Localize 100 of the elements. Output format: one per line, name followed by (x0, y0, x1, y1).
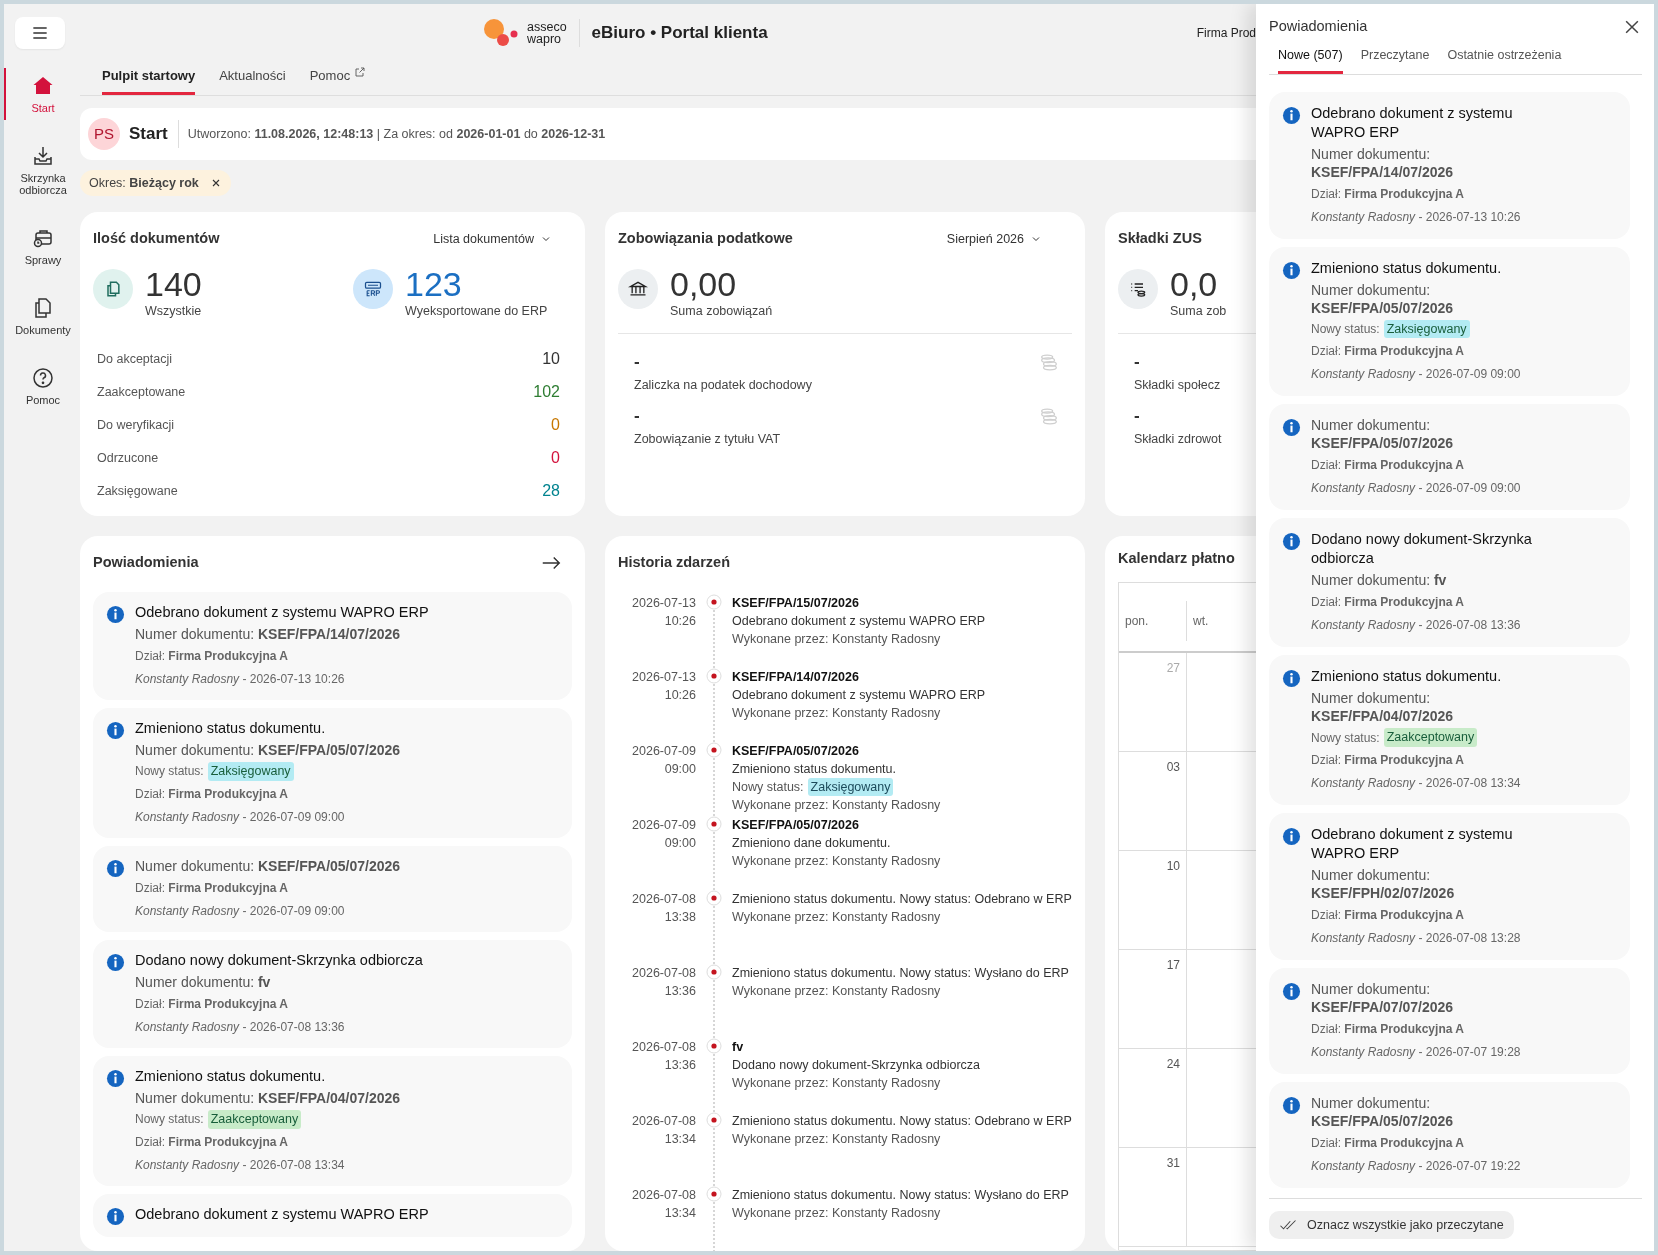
notification-title: Zmieniono status dokumentu. (1311, 258, 1503, 278)
avatar: PS (88, 118, 120, 150)
calendar-day: 31 (1166, 1153, 1180, 1246)
nav-item[interactable]: Dokumenty (4, 290, 80, 342)
department: Dział: Firma Produkcyjna A (135, 995, 289, 1013)
document-number: KSEF/FPA/14/07/2026 (732, 668, 860, 686)
event-date: 2026-07-08 (632, 890, 696, 908)
panel-tab[interactable]: Nowe (507) (1278, 45, 1343, 74)
card-title: Składki ZUS (1118, 229, 1202, 248)
document-number: Numer dokumentu: KSEF/FPA/05/07/2026 (135, 741, 401, 759)
performed-by: Wykonane przez: Konstanty Radosny (732, 704, 942, 722)
panel-tab[interactable]: Przeczytane (1360, 45, 1430, 74)
notification-card[interactable]: Numer dokumentu: KSEF/FPA/05/07/2026 Dział: Firma Produkcyjna A Konstanty Radosny - 2026-07-09 09:00 (93, 845, 572, 932)
notification-card[interactable]: Odebrano dokument z systemu WAPRO ERP (93, 1193, 572, 1237)
app-title: eBiuro • Portal klienta (591, 22, 768, 45)
status-count: 0 (551, 415, 560, 435)
info-icon (106, 605, 125, 624)
notification-card[interactable]: Dodano nowy dokument-Skrzynka odbiorcza Numer dokumentu: fv Dział: Firma Produkcyjna A Konstanty Radosny - 2026-07-08 13:36 (1269, 518, 1630, 648)
notification-card[interactable]: Numer dokumentu: KSEF/FPA/05/07/2026 Dział: Firma Produkcyjna A Konstanty Radosny - 2026-07-07 19:22 (1269, 1082, 1630, 1188)
nav-item[interactable]: Skrzynka odbiorcza (4, 138, 80, 202)
notification-card[interactable]: Numer dokumentu: KSEF/FPA/07/07/2026 Dział: Firma Produkcyjna A Konstanty Radosny - 2026-07-07 19:28 (1269, 968, 1630, 1074)
dropdown-button[interactable]: Lista dokumentów (433, 229, 552, 249)
notification-card[interactable]: Zmieniono status dokumentu. Numer dokumentu: KSEF/FPA/04/07/2026 Nowy status: Zaakceptowany Dział: Firma Produkcyjna A Konstanty Radosny - 2026-07-08 13:34 (93, 1055, 572, 1186)
status-label: Nowy status: (1311, 729, 1380, 747)
status-tag: Zaksięgowany (1383, 319, 1470, 339)
status-label: Nowy status: (135, 1111, 204, 1129)
status-label: Nowy status: (1311, 320, 1380, 338)
nav-tab[interactable]: Aktualności (219, 65, 286, 95)
author-date: Konstanty Radosny - 2026-07-09 09:00 (1311, 480, 1522, 498)
document-number: KSEF/FPA/15/07/2026 (732, 594, 860, 612)
notification-card[interactable]: Zmieniono status dokumentu. Numer dokumentu: KSEF/FPA/04/07/2026 Nowy status: Zaakceptowany Dział: Firma Produkcyjna A Konstanty Radosny - 2026-07-08 13:34 (1269, 655, 1630, 805)
performed-by: Wykonane przez: Konstanty Radosny (732, 1074, 942, 1092)
notification-title: Odebrano dokument z systemu WAPRO ERP (1311, 825, 1514, 863)
status-tag: Zaakceptowany (207, 1109, 302, 1129)
card-title: Zobowiązania podatkowe (618, 229, 793, 248)
card-title: Historia zdarzeń (618, 553, 731, 572)
notification-card[interactable]: Odebrano dokument z systemu WAPRO ERP Numer dokumentu: KSEF/FPH/02/07/2026 Dział: Firma Produkcyjna A Konstanty Radosny - 2026-07-08 13:28 (1269, 813, 1630, 960)
event-description: Zmieniono status dokumentu. Nowy status: Wysłano do ERP (732, 964, 1069, 982)
period-info: Utworzono: 11.08.2026, 12:48:13 | Za okres: od 2026-01-01 do 2026-12-31 (187, 125, 606, 143)
event-date: 2026-07-09 (632, 742, 696, 760)
status-count: 102 (533, 382, 560, 402)
stat-value: 0,0 (1170, 265, 1219, 302)
info-icon (1282, 260, 1301, 280)
department: Dział: Firma Produkcyjna A (135, 879, 289, 897)
notification-card[interactable]: Zmieniono status dokumentu. Numer dokumentu: KSEF/FPA/05/07/2026 Nowy status: Zaksięgowany Dział: Firma Produkcyjna A Konstanty Radosny - 2026-07-09 09:00 (93, 708, 572, 838)
performed-by: Wykonane przez: Konstanty Radosny (732, 982, 942, 1000)
document-number: fv (732, 1038, 745, 1056)
author-date: Konstanty Radosny - 2026-07-07 19:22 (1311, 1158, 1522, 1175)
nav-item[interactable]: Pomoc (4, 360, 80, 412)
document-number: KSEF/FPA/05/07/2026 (732, 816, 860, 834)
stat-value: 123 (405, 265, 463, 302)
document-number: Numer dokumentu: KSEF/FPA/14/07/2026 (1311, 144, 1455, 181)
inbox-download-icon (31, 144, 55, 168)
info-icon (106, 952, 125, 972)
document-number: KSEF/FPA/05/07/2026 (732, 742, 860, 760)
liability-label: Zobowiązanie z tytułu VAT (634, 431, 781, 449)
panel-tab[interactable]: Ostatnie ostrzeżenia (1447, 45, 1562, 74)
nav-tab[interactable]: Pomoc (309, 65, 367, 95)
department: Dział: Firma Produkcyjna A (1311, 594, 1465, 612)
liability-label: Składki społecz (1134, 376, 1221, 394)
mark-all-read-button[interactable]: Oznacz wszystkie jako przeczytane (1269, 1211, 1514, 1239)
info-icon (1282, 532, 1301, 552)
notification-card[interactable]: Odebrano dokument z systemu WAPRO ERP Numer dokumentu: KSEF/FPA/14/07/2026 Dział: Firma Produkcyjna A Konstanty Radosny - 2026-07-13 10:26 (93, 592, 572, 700)
department: Dział: Firma Produkcyjna A (1311, 1021, 1465, 1038)
document-number: Numer dokumentu: KSEF/FPA/14/07/2026 (135, 625, 402, 643)
department: Dział: Firma Produkcyjna A (135, 1133, 289, 1151)
menu-button[interactable] (15, 17, 65, 49)
performed-by: Wykonane przez: Konstanty Radosny (732, 852, 941, 870)
event-date: 2026-07-09 (632, 816, 696, 834)
status-label: Nowy status: (135, 763, 204, 781)
event-time: 13:38 (664, 908, 696, 926)
event-description: Zmieniono dane dokumentu. (732, 834, 892, 852)
card-title: Kalendarz płatno (1118, 549, 1236, 568)
nav-item[interactable]: Sprawy (4, 220, 80, 272)
notification-card[interactable]: Odebrano dokument z systemu WAPRO ERP Numer dokumentu: KSEF/FPA/14/07/2026 Dział: Firma Produkcyjna A Konstanty Radosny - 2026-07-13 10:26 (1269, 91, 1630, 239)
info-icon (106, 858, 125, 878)
page-title: Start (129, 123, 168, 146)
event-description: Zmieniono status dokumentu. Nowy status: Odebrano w ERP (732, 890, 1072, 908)
status-label: Odrzucone (97, 449, 159, 467)
nav-item[interactable]: Start (4, 68, 80, 120)
notification-title: Odebrano dokument z systemu WAPRO ERP (1311, 103, 1514, 142)
event-date: 2026-07-08 (632, 964, 696, 982)
panel-title: Powiadomienia (1269, 17, 1368, 36)
event-date: 2026-07-13 (632, 594, 696, 612)
weekday-header: pon. (1125, 612, 1149, 630)
amount-value: - (1134, 351, 1141, 372)
event-time: 13:36 (664, 1056, 696, 1074)
nav-tab[interactable]: Pulpit startowy (102, 65, 196, 95)
notification-card[interactable]: Numer dokumentu: KSEF/FPA/05/07/2026 Dział: Firma Produkcyjna A Konstanty Radosny - 2026-07-09 09:00 (1269, 404, 1630, 511)
event-time: 09:00 (664, 834, 696, 852)
department: Dział: Firma Produkcyjna A (1311, 1135, 1465, 1152)
notification-title: Dodano nowy dokument-Skrzynka odbiorcza (135, 950, 423, 970)
stat-label: Wyeksportowane do ERP (405, 302, 548, 320)
info-icon (106, 1206, 125, 1226)
notification-title: Zmieniono status dokumentu. (135, 719, 327, 738)
weekday-header: wt. (1193, 612, 1209, 630)
author-date: Konstanty Radosny - 2026-07-08 13:28 (1311, 930, 1522, 947)
dropdown-button[interactable]: Sierpień 2026 (946, 229, 1042, 249)
notification-card[interactable]: Dodano nowy dokument-Skrzynka odbiorcza Numer dokumentu: fv Dział: Firma Produkcyjna A Konstanty Radosny - 2026-07-08 13:36 (93, 939, 572, 1048)
notification-card[interactable]: Zmieniono status dokumentu. Numer dokumentu: KSEF/FPA/05/07/2026 Nowy status: Zaksięgowany Dział: Firma Produkcyjna A Konstanty Radosny - 2026-07-09 09:00 (1269, 246, 1630, 397)
